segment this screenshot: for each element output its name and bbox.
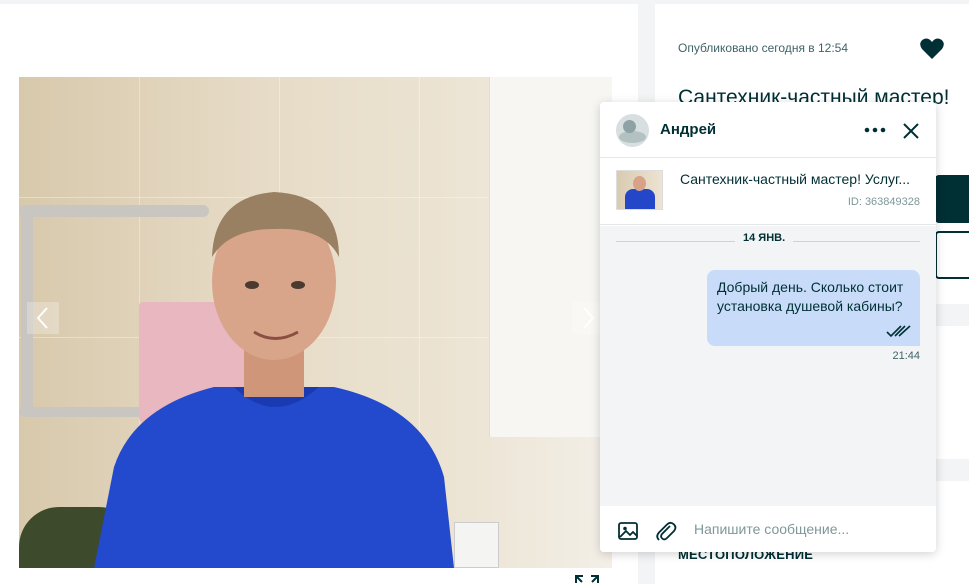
gallery-prev-button[interactable] (27, 302, 59, 334)
double-check-icon (886, 325, 911, 338)
published-date: Опубликовано сегодня в 12:54 (678, 41, 849, 55)
photo-person (94, 192, 454, 568)
message-list[interactable]: 14 ЯНВ. Добрый день. Сколько стоит устан… (600, 226, 936, 506)
thumbnail-shape (625, 189, 655, 209)
avatar-shape (619, 131, 646, 143)
listing-gallery-card (0, 4, 638, 584)
chat-window: Андрей Сантехник-частный мастер! Услуг..… (600, 102, 936, 552)
thumbnail-shape (633, 176, 646, 191)
image-icon[interactable] (617, 520, 639, 542)
date-separator: 14 ЯНВ. (735, 232, 794, 244)
more-dots-icon (864, 127, 886, 133)
section-divider (935, 459, 969, 481)
fullscreen-button[interactable] (572, 571, 602, 584)
chat-ad-id: ID: 363849328 (847, 196, 920, 208)
message-button[interactable] (935, 175, 969, 223)
chat-header: Андрей (600, 102, 936, 158)
chat-ad-summary[interactable]: Сантехник-частный мастер! Услуг... ID: 3… (600, 159, 936, 225)
outgoing-message: Добрый день. Сколько стоит установка душ… (707, 270, 920, 346)
message-composer (600, 506, 936, 552)
listing-photo[interactable] (19, 77, 612, 568)
photo-wall-panel (454, 522, 499, 568)
call-button[interactable] (935, 231, 969, 279)
chevron-left-icon (36, 307, 48, 329)
paperclip-icon[interactable] (655, 520, 677, 542)
avatar[interactable] (616, 114, 649, 147)
chat-ad-title: Сантехник-частный мастер! Услуг... (680, 171, 911, 187)
chevron-right-icon (583, 307, 595, 329)
close-icon[interactable] (900, 120, 922, 142)
heart-icon[interactable] (919, 36, 945, 62)
message-input[interactable] (694, 516, 924, 542)
more-options-button[interactable] (862, 120, 888, 140)
expand-icon (575, 574, 599, 583)
contact-name[interactable]: Андрей (660, 121, 716, 138)
section-divider (935, 304, 969, 326)
message-time: 21:44 (892, 350, 920, 362)
photo-cabinet (489, 77, 612, 437)
avatar-shape (623, 120, 636, 133)
message-text: Добрый день. Сколько стоит установка душ… (717, 279, 904, 314)
ad-thumbnail (616, 170, 663, 210)
